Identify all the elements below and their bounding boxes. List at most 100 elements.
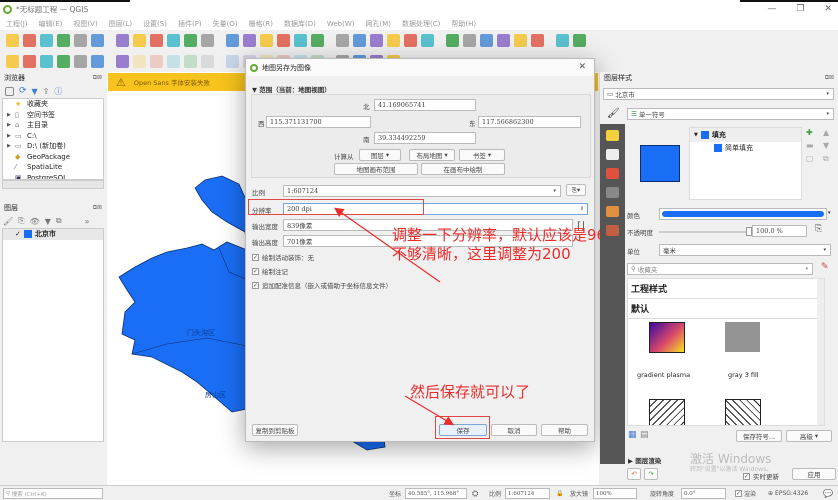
library-scrollbar[interactable]: [817, 279, 824, 425]
menu-item[interactable]: Web(W): [327, 20, 355, 28]
icon-view-icon[interactable]: ▦: [628, 430, 637, 440]
magnifier-spinbox[interactable]: 100%: [593, 488, 637, 499]
help-button[interactable]: 帮助: [541, 424, 588, 436]
draw-decorations-checkbox[interactable]: ✓ 绘制活动装饰：无: [252, 252, 314, 262]
cancel-button[interactable]: 取消: [491, 424, 537, 436]
browser-item[interactable]: ▶ ⌂ 主目录: [3, 120, 103, 131]
copy-to-clipboard-button[interactable]: 复制到剪贴板: [252, 424, 298, 436]
select-features-icon[interactable]: [370, 34, 383, 47]
rotation-spinbox[interactable]: 0.0°: [681, 488, 726, 499]
refresh-icon[interactable]: [336, 34, 349, 47]
menu-item[interactable]: 数据处理(C): [402, 19, 440, 29]
identify-icon[interactable]: [446, 34, 459, 47]
expand-arrow-icon[interactable]: ▶: [7, 133, 12, 139]
filter-legend-icon[interactable]: ▼: [45, 217, 51, 226]
zoom-to-selection-icon[interactable]: [201, 34, 214, 47]
new-geopackage-icon[interactable]: [23, 54, 36, 68]
move-up-icon[interactable]: ▲: [823, 128, 835, 137]
layer-rendering-section[interactable]: ▶ 图层渲染: [628, 455, 661, 465]
crs-button[interactable]: ⊕ EPSG:4326: [768, 488, 808, 499]
close-icon[interactable]: ✕: [824, 4, 832, 14]
symbol-search-input[interactable]: ⚲ 收藏夹 ▾: [627, 263, 813, 275]
style-manager-icon[interactable]: ✎: [821, 262, 829, 272]
messages-icon[interactable]: 💬: [823, 488, 833, 499]
browser-item[interactable]: ▶ ▯ 空间书签: [3, 110, 103, 121]
new-bookmark-icon[interactable]: [294, 34, 307, 47]
attribute-table-icon[interactable]: [463, 34, 476, 47]
new-project-icon[interactable]: [6, 34, 19, 47]
open-field-calc-icon[interactable]: [514, 34, 527, 47]
dialog-close-icon[interactable]: ✕: [578, 62, 586, 72]
labels-tab-icon[interactable]: [606, 130, 619, 141]
append-georef-checkbox[interactable]: ✓ 追加配准信息（嵌入或借助于坐标信息文件）: [252, 280, 392, 290]
symbol-hatch-2[interactable]: [725, 399, 761, 425]
layout-manager-icon[interactable]: [74, 34, 87, 47]
pan-icon[interactable]: [116, 34, 129, 47]
browser-item[interactable]: ▣ PostgreSQL: [3, 173, 103, 179]
scale-combo[interactable]: 1:607124 ▾: [283, 185, 561, 197]
expand-all-icon[interactable]: ⧉: [56, 216, 62, 226]
symbol-hatch-1[interactable]: [649, 399, 685, 425]
vertex-tool-icon[interactable]: [201, 54, 214, 68]
dock-buttons-icon[interactable]: ⧉⊠: [93, 74, 102, 82]
renderer-select[interactable]: ☰ 单一符号 ▾: [627, 108, 834, 120]
rendering-tab-icon[interactable]: [606, 225, 619, 236]
live-update-checkbox[interactable]: ✓ 实时更新: [743, 471, 779, 481]
color-dropdown-icon[interactable]: ▾: [828, 210, 831, 216]
browser-item[interactable]: ◆ GeoPackage: [3, 152, 103, 163]
browser-item[interactable]: ▶ ▭ D:\ (新加卷): [3, 141, 103, 152]
new-print-layout-icon[interactable]: [57, 34, 70, 47]
map-tips-icon[interactable]: [556, 34, 569, 47]
add-spatialite-icon[interactable]: [57, 54, 70, 68]
symbology-icon[interactable]: 🖌: [607, 108, 620, 119]
symbol-fill-item[interactable]: ▼ 填充: [690, 128, 801, 142]
calc-from-layer-button[interactable]: 图层 ▾: [359, 149, 401, 161]
dock-buttons-icon[interactable]: ⧉⊠: [93, 204, 102, 212]
3d-view-tab-icon[interactable]: [606, 168, 619, 179]
zoom-out-icon[interactable]: [167, 34, 180, 47]
horizontal-scrollbar[interactable]: [2, 180, 104, 189]
north-field[interactable]: 41.169065741: [374, 99, 476, 111]
browser-item[interactable]: ▶ ▭ C:\: [3, 131, 103, 142]
menu-item[interactable]: 工程(J): [6, 19, 28, 29]
digitize-icon[interactable]: [184, 54, 197, 68]
redo-style-button[interactable]: ↷: [644, 468, 658, 480]
layer-checkbox[interactable]: ✓: [15, 230, 21, 238]
advanced-button[interactable]: 高级 ▾: [786, 430, 832, 442]
filter-icon[interactable]: ▼: [32, 87, 38, 96]
current-edits-icon[interactable]: [133, 54, 146, 68]
add-group-icon[interactable]: ⎘: [18, 216, 24, 226]
add-vector-icon[interactable]: [40, 54, 53, 68]
add-data-source-icon[interactable]: [6, 54, 19, 68]
menu-item[interactable]: 视图(V): [73, 19, 97, 29]
add-virtual-layer-icon[interactable]: [116, 54, 129, 68]
layer-select[interactable]: ▭ 北京市 ▾: [603, 88, 834, 100]
menu-item[interactable]: 设置(S): [143, 19, 167, 29]
browser-item[interactable]: ⁄ SpatiaLite: [3, 162, 103, 173]
menu-item[interactable]: 插件(P): [178, 19, 202, 29]
locator-search-input[interactable]: ⚲ 搜索 (Ctrl+K): [3, 488, 103, 499]
add-symbol-layer-icon[interactable]: ✚: [806, 128, 818, 137]
menu-item[interactable]: 栅格(R): [249, 19, 273, 29]
lock-color-icon[interactable]: ▢: [806, 154, 818, 164]
measure-icon[interactable]: [531, 34, 544, 47]
menu-item[interactable]: 矢量(O): [213, 19, 238, 29]
list-view-icon[interactable]: ▤: [640, 430, 649, 440]
save-edits-icon[interactable]: [167, 54, 180, 68]
style-manager-icon[interactable]: [91, 34, 104, 47]
temporal-icon[interactable]: [353, 34, 366, 47]
zoom-next-icon[interactable]: [277, 34, 290, 47]
coord-field[interactable]: 40.585°, 115.968°: [405, 488, 467, 499]
menu-item[interactable]: 帮助(H): [451, 19, 476, 29]
apply-button[interactable]: 应用: [792, 468, 836, 480]
zoom-to-layer-icon[interactable]: [226, 34, 239, 47]
layer-style-icon[interactable]: 🖌: [3, 217, 13, 226]
delete-selected-icon[interactable]: [226, 54, 239, 68]
select-location-icon[interactable]: [421, 34, 434, 47]
color-button[interactable]: [659, 208, 827, 220]
unit-select[interactable]: 毫米 ▾: [659, 244, 831, 256]
duplicate-icon[interactable]: ⧉: [823, 154, 835, 164]
pan-to-selection-icon[interactable]: [133, 34, 146, 47]
expand-arrow-icon[interactable]: ▶: [7, 112, 12, 118]
menu-item[interactable]: 图层(L): [109, 19, 132, 29]
